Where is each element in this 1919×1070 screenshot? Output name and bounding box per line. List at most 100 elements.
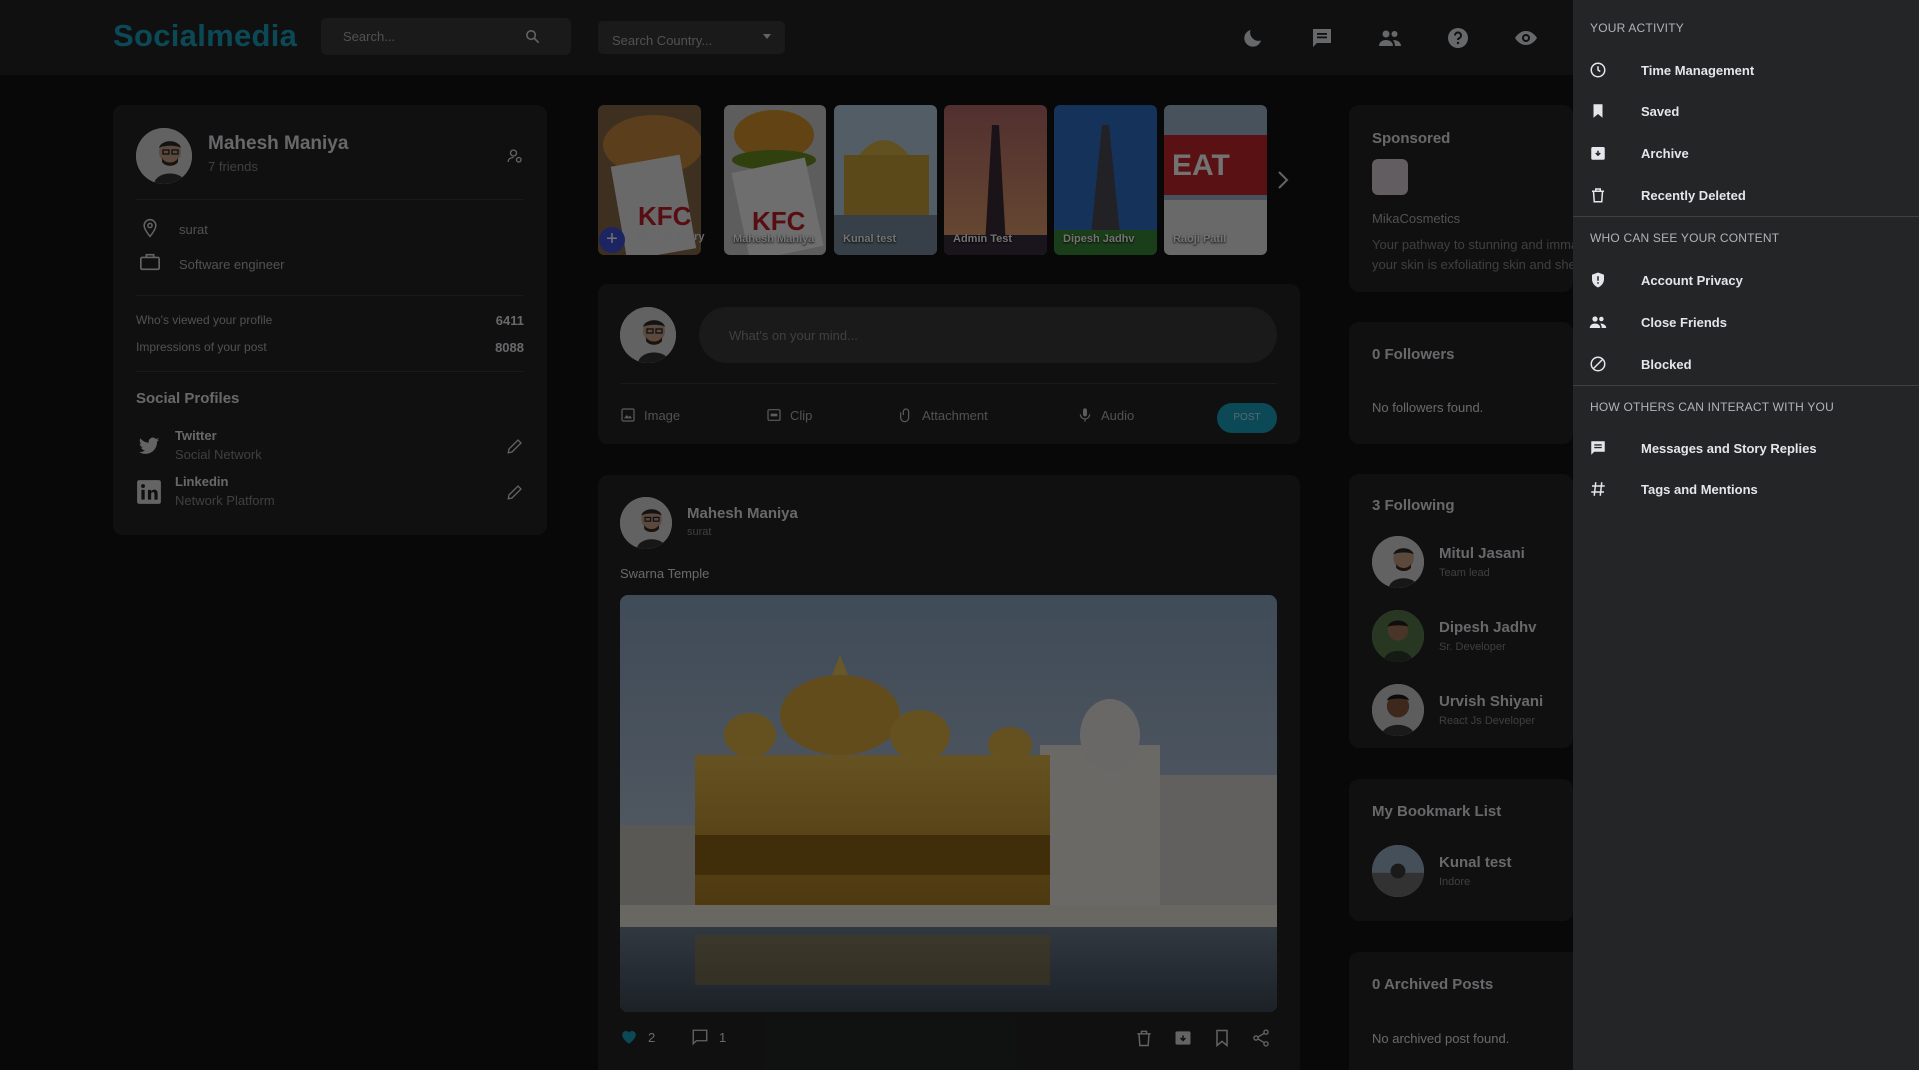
story-item[interactable]: Dipesh Jadhv bbox=[1054, 105, 1157, 255]
social-twitter-name[interactable]: Twitter bbox=[175, 428, 217, 443]
menu-item-label: Saved bbox=[1641, 104, 1680, 119]
profile-location: surat bbox=[179, 222, 208, 237]
divider bbox=[620, 383, 1277, 384]
search-icon[interactable] bbox=[524, 28, 541, 45]
chevron-right-icon[interactable] bbox=[1275, 169, 1291, 191]
menu-item-account-privacy[interactable]: Account Privacy bbox=[1573, 262, 1919, 298]
story-item[interactable]: EAT Raoji Patil bbox=[1164, 105, 1267, 255]
audio-tool[interactable]: Audio bbox=[1077, 407, 1134, 423]
story-item[interactable]: KFC Mahesh Maniya bbox=[724, 105, 826, 255]
archive-icon[interactable] bbox=[1173, 1028, 1193, 1048]
chat-icon[interactable] bbox=[1310, 26, 1334, 50]
social-twitter-sub: Social Network bbox=[175, 447, 262, 462]
edit-icon[interactable] bbox=[506, 437, 524, 455]
like-count: 2 bbox=[648, 1029, 656, 1045]
menu-item-messages-story-replies[interactable]: Messages and Story Replies bbox=[1573, 430, 1919, 466]
menu-item-saved[interactable]: Saved bbox=[1573, 93, 1919, 129]
following-avatar[interactable] bbox=[1372, 684, 1424, 736]
menu-item-tags-mentions[interactable]: Tags and Mentions bbox=[1573, 471, 1919, 507]
sponsor-logo[interactable] bbox=[1372, 159, 1408, 195]
story-item[interactable]: Admin Test bbox=[944, 105, 1047, 255]
following-name[interactable]: Dipesh Jadhv bbox=[1439, 619, 1537, 636]
stat-label-impressions: Impressions of your post bbox=[136, 340, 267, 354]
update-story-label[interactable]: Update Story bbox=[636, 231, 704, 243]
location-icon bbox=[143, 218, 157, 238]
divider bbox=[1573, 385, 1919, 386]
country-select-label: Search Country... bbox=[612, 33, 713, 48]
bookmark-avatar[interactable] bbox=[1372, 845, 1424, 897]
menu-item-blocked[interactable]: Blocked bbox=[1573, 346, 1919, 382]
logo[interactable]: Socialmedia bbox=[113, 18, 297, 54]
sponsor-description-line2: your skin is exfoliating skin and sheddi… bbox=[1372, 257, 1582, 272]
trash-icon bbox=[1592, 188, 1604, 203]
search-input[interactable] bbox=[321, 18, 521, 55]
bookmark-icon[interactable] bbox=[1212, 1028, 1232, 1048]
edit-icon[interactable] bbox=[506, 483, 524, 501]
followers-empty: No followers found. bbox=[1372, 400, 1484, 415]
menu-item-recently-deleted[interactable]: Recently Deleted bbox=[1573, 177, 1919, 213]
sponsor-brand[interactable]: MikaCosmetics bbox=[1372, 209, 1582, 229]
shield-icon bbox=[1592, 272, 1604, 288]
menu-item-time-management[interactable]: Time Management bbox=[1573, 52, 1919, 88]
menu-item-label: Blocked bbox=[1641, 357, 1692, 372]
following-role: Team lead bbox=[1439, 567, 1490, 579]
section-heading-interaction: HOW OTHERS CAN INTERACT WITH YOU bbox=[1590, 400, 1834, 414]
divider bbox=[136, 199, 524, 200]
followers-title: 0 Followers bbox=[1372, 346, 1455, 363]
attachment-tool[interactable]: Attachment bbox=[898, 407, 988, 423]
post-button[interactable]: POST bbox=[1217, 403, 1277, 433]
profile-friends-count: 7 friends bbox=[208, 159, 258, 174]
help-icon[interactable] bbox=[1446, 26, 1470, 50]
bookmark-name[interactable]: Kunal test bbox=[1439, 854, 1512, 871]
profile-name[interactable]: Mahesh Maniya bbox=[208, 133, 348, 155]
eye-icon[interactable] bbox=[1514, 26, 1538, 50]
bookmark-card: My Bookmark List Kunal test Indore bbox=[1349, 779, 1573, 921]
audio-tool-label: Audio bbox=[1101, 407, 1135, 423]
menu-item-archive[interactable]: Archive bbox=[1573, 135, 1919, 171]
following-card: 3 Following Mitul Jasani Team lead Dipes… bbox=[1349, 474, 1573, 748]
post-author-name[interactable]: Mahesh Maniya bbox=[687, 505, 798, 522]
comment-icon bbox=[692, 1029, 708, 1046]
section-heading-visibility: WHO CAN SEE YOUR CONTENT bbox=[1590, 231, 1780, 245]
moon-icon[interactable] bbox=[1241, 26, 1265, 50]
post-caption: Swarna Temple bbox=[620, 566, 710, 581]
story-label: Raoji Patil bbox=[1173, 233, 1227, 245]
story-label: Kunal test bbox=[843, 233, 897, 245]
composer-avatar bbox=[620, 307, 676, 363]
section-heading-activity: YOUR ACTIVITY bbox=[1590, 21, 1684, 35]
post-input[interactable] bbox=[699, 307, 1277, 363]
people-icon[interactable] bbox=[1378, 26, 1402, 50]
following-avatar[interactable] bbox=[1372, 536, 1424, 588]
post-author-avatar[interactable] bbox=[620, 497, 672, 549]
profile-occupation: Software engineer bbox=[179, 257, 285, 272]
menu-item-close-friends[interactable]: Close Friends bbox=[1573, 304, 1919, 340]
following-title: 3 Following bbox=[1372, 497, 1455, 514]
clip-tool-label: Clip bbox=[790, 407, 813, 423]
comment-action[interactable]: 1 bbox=[691, 1028, 726, 1046]
clip-tool[interactable]: Clip bbox=[766, 407, 812, 423]
sponsored-title: Sponsored bbox=[1372, 130, 1451, 147]
following-name[interactable]: Mitul Jasani bbox=[1439, 545, 1525, 562]
archived-title: 0 Archived Posts bbox=[1372, 976, 1494, 993]
search-box bbox=[321, 18, 571, 55]
following-name[interactable]: Urvish Shiyani bbox=[1439, 693, 1543, 710]
country-select[interactable]: Search Country... bbox=[598, 21, 785, 54]
bookmark-title: My Bookmark List bbox=[1372, 803, 1502, 820]
like-action[interactable]: 2 bbox=[620, 1028, 655, 1046]
manage-friends-icon[interactable] bbox=[506, 147, 524, 165]
trash-icon[interactable] bbox=[1134, 1028, 1154, 1048]
stat-value-impressions: 8088 bbox=[495, 340, 524, 355]
add-story-button[interactable]: + bbox=[599, 227, 625, 253]
attachment-tool-label: Attachment bbox=[922, 407, 988, 423]
menu-item-label: Recently Deleted bbox=[1641, 188, 1746, 203]
story-item[interactable]: Kunal test bbox=[834, 105, 937, 255]
share-icon[interactable] bbox=[1251, 1028, 1271, 1048]
divider bbox=[1573, 216, 1919, 217]
social-profiles-title: Social Profiles bbox=[136, 390, 240, 407]
post-image[interactable] bbox=[620, 595, 1277, 1012]
profile-avatar[interactable] bbox=[136, 128, 192, 184]
menu-item-label: Close Friends bbox=[1641, 315, 1727, 330]
following-avatar[interactable] bbox=[1372, 610, 1424, 662]
social-linkedin-name[interactable]: Linkedin bbox=[175, 474, 228, 489]
image-tool[interactable]: Image bbox=[620, 407, 680, 423]
